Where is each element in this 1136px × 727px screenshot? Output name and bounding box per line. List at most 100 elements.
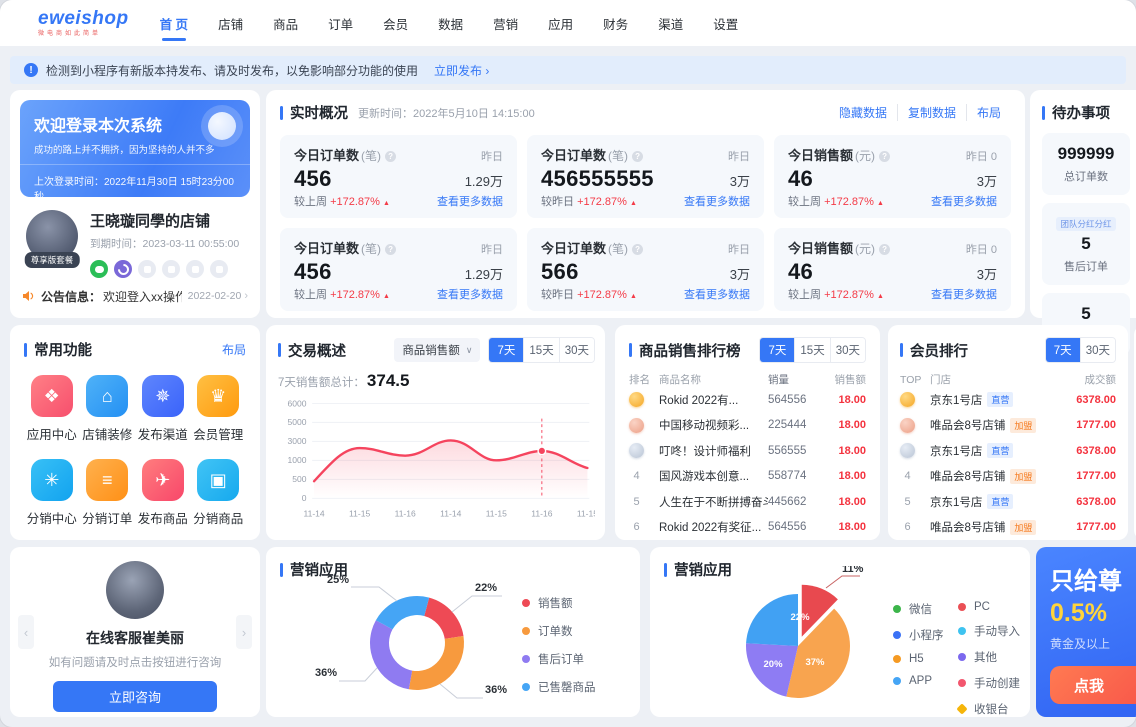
quick-title: 常用功能 xyxy=(24,339,92,360)
copy-data-link[interactable]: 复制数据 xyxy=(897,104,966,121)
legend-item-app[interactable]: APP xyxy=(893,675,944,687)
carousel-right-arrow[interactable]: › xyxy=(236,615,252,649)
view-more-link[interactable]: 查看更多数据 xyxy=(684,193,750,209)
legend-item-cashier[interactable]: 收银台 xyxy=(958,701,1020,717)
help-icon[interactable]: ? xyxy=(632,244,643,255)
quick-item-member-manage[interactable]: ♛ 会员管理 xyxy=(191,375,247,443)
stat-title: 今日销售额(元)? xyxy=(788,238,890,257)
tab-7d[interactable]: 7天 xyxy=(760,338,794,362)
table-header: TOP 门店 成交额 xyxy=(900,372,1116,387)
todo-card-total-orders[interactable]: 999999 总订单数 xyxy=(1042,133,1130,195)
publish-now-link[interactable]: 立即发布 › xyxy=(434,62,489,79)
wechat-channel-icon[interactable] xyxy=(90,260,108,278)
table-row[interactable]: 京东1号店直营 6378.00 xyxy=(900,438,1116,464)
help-icon[interactable]: ? xyxy=(385,151,396,162)
donut-legend: 销售额 订单数 售后订单 已售罄商品 xyxy=(522,595,596,695)
carousel-left-arrow[interactable]: ‹ xyxy=(18,615,34,649)
layout-link[interactable]: 布局 xyxy=(222,341,246,358)
table-row[interactable]: 叮咚！设计师福利 556555 18.00 xyxy=(629,438,866,464)
table-row[interactable]: 5 人生在于不断拼搏奋斗！ 445662 18.00 xyxy=(629,489,866,515)
table-row[interactable]: 中国移动视频彩... 225444 18.00 xyxy=(629,413,866,439)
quick-item-distribution-center[interactable]: ✳ 分销中心 xyxy=(24,459,80,527)
table-row[interactable]: 5 京东1号店直营 6378.00 xyxy=(900,489,1116,515)
tab-15d[interactable]: 15天 xyxy=(523,338,558,362)
nav-item-home[interactable]: 首 页 xyxy=(145,0,203,46)
nav-item-channels[interactable]: 渠道 xyxy=(643,0,698,46)
member-rank-panel: 会员排行 7天 30天 TOP 门店 成交额 京东1号店直营 6378.00 唯… xyxy=(888,325,1128,540)
service-agent-avatar xyxy=(106,561,164,619)
tab-15d[interactable]: 15天 xyxy=(794,338,829,362)
legend-item-pc[interactable]: PC xyxy=(958,601,1020,613)
customer-service-panel: ‹ › 在线客服崔美丽 如有问题请及时点击按钮进行咨询 立即咨询 xyxy=(10,547,260,717)
legend-item-manual-create[interactable]: 手动创建 xyxy=(958,675,1020,691)
svg-text:11-16: 11-16 xyxy=(531,508,552,518)
trade-total-value: 374.5 xyxy=(367,371,410,391)
view-more-link[interactable]: 查看更多数据 xyxy=(437,286,503,302)
legend-item-manual-import[interactable]: 手动导入 xyxy=(958,623,1020,639)
announcement-text: 欢迎登入xx操作系统出... xyxy=(103,288,182,305)
view-more-link[interactable]: 查看更多数据 xyxy=(931,286,997,302)
svg-text:1000: 1000 xyxy=(287,455,306,465)
legend-item-orders[interactable]: 订单数 xyxy=(522,623,596,639)
promo-cta-button[interactable]: 点我 xyxy=(1050,666,1136,704)
compare-stat: 较上周 +172.87% ▲ xyxy=(788,286,884,302)
disabled-channel-icon xyxy=(186,260,204,278)
nav-item-settings[interactable]: 设置 xyxy=(698,0,753,46)
nav-item-marketing[interactable]: 营销 xyxy=(478,0,533,46)
legend-item-soldout[interactable]: 已售罄商品 xyxy=(522,679,596,695)
quick-item-publish-channel[interactable]: ✵ 发布渠道 xyxy=(135,375,191,443)
table-row[interactable]: 6 Rokid 2022有奖征... 564556 18.00 xyxy=(629,515,866,541)
help-icon[interactable]: ? xyxy=(879,151,890,162)
tab-30d[interactable]: 30天 xyxy=(830,338,865,362)
view-more-link[interactable]: 查看更多数据 xyxy=(931,193,997,209)
table-row[interactable]: 4 唯品会8号店铺加盟 1777.00 xyxy=(900,464,1116,490)
legend-item-sales[interactable]: 销售额 xyxy=(522,595,596,611)
quick-item-publish-goods[interactable]: ✈ 发布商品 xyxy=(135,459,191,527)
legend-item-other[interactable]: 其他 xyxy=(958,649,1020,665)
help-icon[interactable]: ? xyxy=(879,244,890,255)
announcement-bar[interactable]: 公告信息： 欢迎登入xx操作系统出... 2022-02-20 › xyxy=(22,284,248,308)
consult-now-button[interactable]: 立即咨询 xyxy=(53,681,217,712)
tab-7d[interactable]: 7天 xyxy=(1046,338,1080,362)
nav-item-shop[interactable]: 店铺 xyxy=(203,0,258,46)
view-more-link[interactable]: 查看更多数据 xyxy=(684,286,750,302)
metric-dropdown[interactable]: 商品销售额 ∨ xyxy=(394,338,480,362)
view-more-link[interactable]: 查看更多数据 xyxy=(437,193,503,209)
hide-data-link[interactable]: 隐藏数据 xyxy=(829,104,897,121)
tab-7d[interactable]: 7天 xyxy=(489,338,523,362)
table-row[interactable]: 唯品会8号店铺加盟 1777.00 xyxy=(900,413,1116,439)
table-row[interactable]: 6 唯品会8号店铺加盟 1777.00 xyxy=(900,515,1116,541)
quick-item-shop-decorate[interactable]: ⌂ 店铺装修 xyxy=(80,375,136,443)
quick-item-distribution-goods[interactable]: ▣ 分销商品 xyxy=(191,459,247,527)
logo[interactable]: eweishop 微电商如此简单 xyxy=(38,9,129,37)
todo-card-aftersale-orders[interactable]: 团队分红分红 5 售后订单 xyxy=(1042,203,1130,285)
nav-item-data[interactable]: 数据 xyxy=(423,0,478,46)
nav-item-apps[interactable]: 应用 xyxy=(533,0,588,46)
legend-item-aftersale[interactable]: 售后订单 xyxy=(522,651,596,667)
todo-value: 5 xyxy=(1046,304,1126,324)
layout-link[interactable]: 布局 xyxy=(966,104,1011,121)
disabled-channel-icon xyxy=(138,260,156,278)
nav-item-orders[interactable]: 订单 xyxy=(313,0,368,46)
link-channel-icon[interactable] xyxy=(114,260,132,278)
shop-decorate-icon: ⌂ xyxy=(86,375,128,417)
table-row[interactable]: 京东1号店直营 6378.00 xyxy=(900,387,1116,413)
table-row[interactable]: Rokid 2022有... 564556 18.00 xyxy=(629,387,866,413)
help-icon[interactable]: ? xyxy=(385,244,396,255)
yesterday-value: 3万 xyxy=(730,171,750,190)
legend-item-h5[interactable]: H5 xyxy=(893,653,944,665)
tab-30d[interactable]: 30天 xyxy=(559,338,594,362)
legend-dot xyxy=(958,679,966,687)
quick-item-app-center[interactable]: ❖ 应用中心 xyxy=(24,375,80,443)
legend-item-miniprogram[interactable]: 小程序 xyxy=(893,627,944,643)
legend-item-wechat[interactable]: 微信 xyxy=(893,601,944,617)
up-arrow-icon: ▲ xyxy=(630,200,637,207)
table-row[interactable]: 4 国风游戏本创意... 558774 18.00 xyxy=(629,464,866,490)
nav-item-goods[interactable]: 商品 xyxy=(258,0,313,46)
help-icon[interactable]: ? xyxy=(632,151,643,162)
tab-30d[interactable]: 30天 xyxy=(1080,338,1115,362)
nav-item-members[interactable]: 会员 xyxy=(368,0,423,46)
quick-item-distribution-order[interactable]: ≡ 分销订单 xyxy=(80,459,136,527)
nav-item-finance[interactable]: 财务 xyxy=(588,0,643,46)
shop-profile-card: 尊享版套餐 王晓璇同學的店铺 到期时间：2023-03-11 00:55:00 xyxy=(20,197,250,278)
